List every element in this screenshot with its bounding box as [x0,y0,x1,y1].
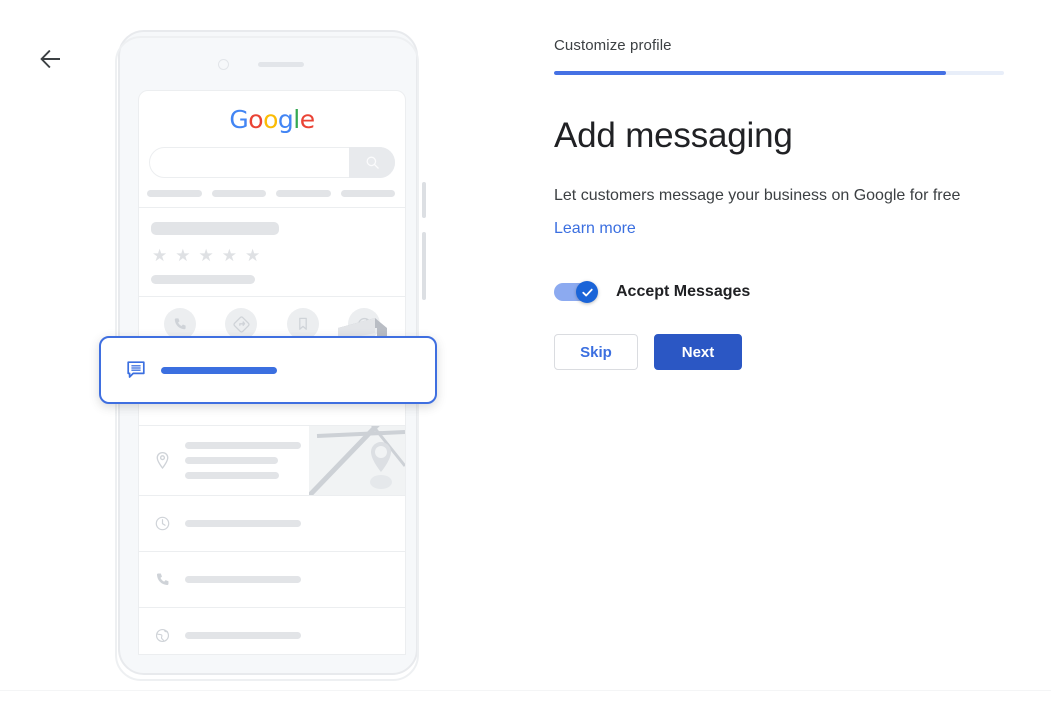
clock-icon [155,516,169,531]
directions-icon [233,315,250,333]
phone-side-button-bottom [422,232,426,300]
phone-icon [156,573,168,586]
phone-icon [174,318,186,330]
next-button[interactable]: Next [654,334,742,370]
star-icon: ★ [152,246,168,265]
arrow-left-icon [40,50,60,68]
google-logo: Google [229,105,315,134]
chip[interactable] [211,190,266,197]
progress-bar-fill [554,71,946,75]
placeholder-bar [185,576,301,583]
star-icon: ★ [175,246,191,265]
phone-camera-icon [218,59,229,70]
accept-messages-row: Accept Messages [554,281,1014,303]
phone-row[interactable] [139,552,405,607]
back-button[interactable] [36,44,66,74]
learn-more-link[interactable]: Learn more [554,220,636,238]
action-button-row: Skip Next [554,334,1014,370]
placeholder-bar [185,442,301,449]
star-icon: ★ [245,246,261,265]
hours-placeholder-lines [185,520,393,527]
placeholder-bar [185,632,301,639]
toggle-knob [576,281,598,303]
accept-messages-label: Accept Messages [616,283,751,300]
address-placeholder-lines [185,442,303,479]
star-icon: ★ [221,246,237,265]
setup-panel: Customize profile Add messaging Let cust… [554,0,1014,370]
hours-row[interactable] [139,496,405,551]
address-row[interactable] [139,426,405,495]
search-icon [366,156,379,169]
step-label: Customize profile [554,37,672,54]
phone-placeholder-lines [185,576,393,583]
business-name-placeholder [151,222,279,235]
business-summary: ★ ★ ★ ★ ★ [139,208,405,364]
map-thumbnail [309,426,405,495]
messaging-highlight-card[interactable] [99,336,437,404]
phone-side-button-top [422,182,426,218]
location-pin-icon [156,451,168,470]
page-title: Add messaging [554,116,793,155]
phone-icon-wrap [151,571,173,588]
website-placeholder-lines [185,632,393,639]
chip[interactable] [276,190,331,197]
placeholder-bar [185,457,278,464]
search-input[interactable] [149,147,395,178]
bookmark-icon [298,317,307,330]
globe-icon [155,628,169,643]
page-subtitle: Let customers message your business on G… [554,187,961,204]
globe-icon-wrap [151,627,173,644]
rating-stars: ★ ★ ★ ★ ★ [152,247,393,264]
accept-messages-toggle[interactable] [554,281,598,303]
messaging-placeholder-bar [161,366,277,374]
chip[interactable] [340,190,395,197]
customize-profile-page: Google ★ ★ ★ ★ ★ Customize profile Add m… [0,0,1051,704]
checkmark-icon [581,288,593,296]
footer-divider [0,690,1051,691]
map-graphic [309,426,405,495]
search-button[interactable] [349,147,395,178]
phone-preview: Google ★ ★ ★ ★ ★ [99,30,437,681]
website-row[interactable] [139,608,405,654]
placeholder-bar [185,520,301,527]
location-pin-icon-wrap [151,451,173,470]
clock-icon-wrap [151,515,173,532]
star-icon: ★ [198,246,214,265]
progress-bar [554,71,1004,75]
business-category-placeholder [151,275,255,284]
message-icon [127,361,145,378]
skip-button[interactable]: Skip [554,334,638,370]
chip[interactable] [147,190,202,197]
filter-chips [147,190,395,197]
phone-speaker [258,62,304,67]
placeholder-bar [185,472,279,479]
